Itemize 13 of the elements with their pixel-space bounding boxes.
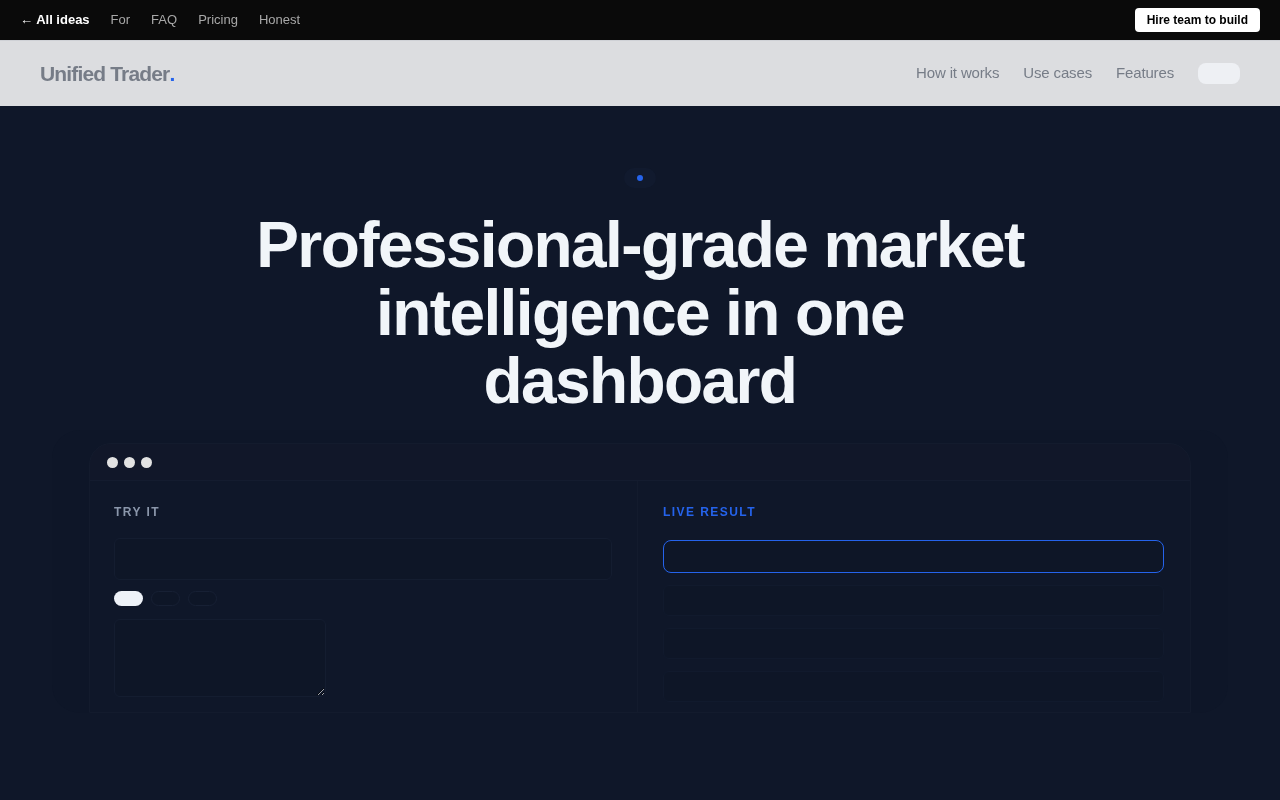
back-link[interactable]: ← All ideas [20, 10, 90, 30]
chip-button[interactable] [114, 591, 143, 606]
top-nav-link[interactable]: For [110, 10, 131, 30]
hire-team-button[interactable]: Hire team to build [1134, 8, 1260, 32]
logo-dot: . [169, 60, 176, 87]
top-nav-link[interactable]: Honest [258, 10, 301, 30]
hero-title: Professional-grade market intelligence in one dashboard [255, 211, 1026, 415]
top-nav-link[interactable]: FAQ [151, 10, 178, 30]
top-nav-link[interactable]: Pricing [198, 10, 238, 30]
live-result-label: LIVE RESULT [663, 504, 757, 520]
text-area[interactable] [114, 619, 326, 697]
logo-text: Unified Trader [40, 60, 170, 87]
try-it-label: TRY IT [114, 504, 161, 520]
